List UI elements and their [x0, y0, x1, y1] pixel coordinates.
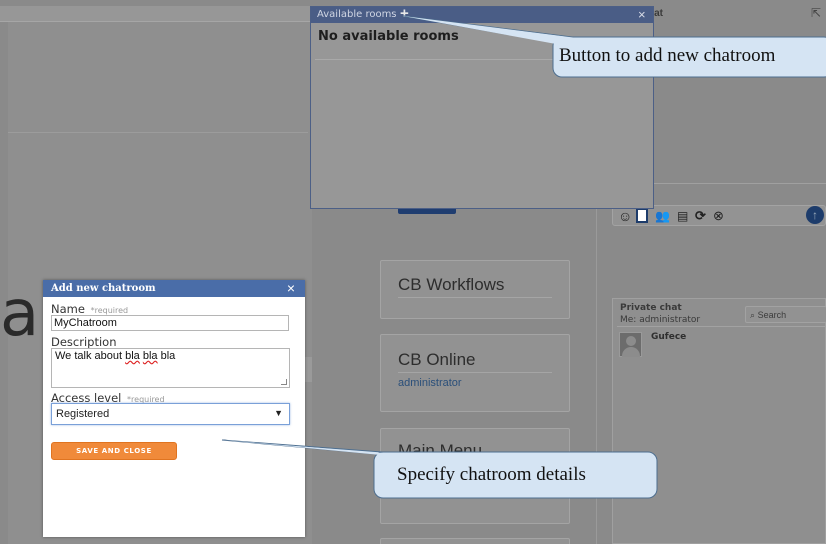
- callout-details-text: Specify chatroom details: [397, 464, 586, 485]
- callout-shapes: [221, 15, 826, 499]
- callout-add-room-text: Button to add new chatroom: [559, 45, 776, 66]
- callout-add-room-tail-fill: [403, 16, 585, 44]
